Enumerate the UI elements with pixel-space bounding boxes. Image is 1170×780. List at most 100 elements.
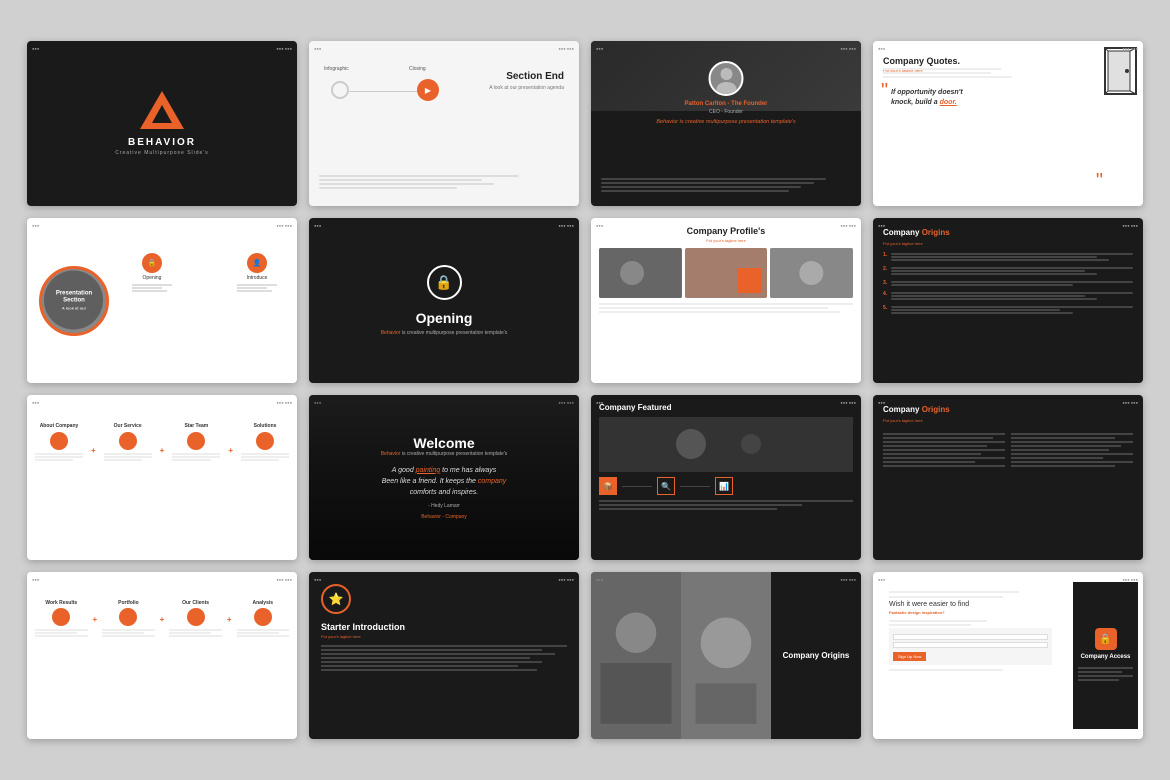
- infographic-label: Infographic: [324, 66, 349, 72]
- slide-badge-right-5: ●●● ●●●: [276, 223, 292, 228]
- about-col-4: Solutions: [241, 423, 289, 462]
- profile-title: Company Profile's: [599, 226, 853, 236]
- about-col2-lines: [104, 453, 152, 461]
- founder-role: CEO - Founder: [591, 109, 861, 115]
- slide-badge-left-12: ●●●: [878, 400, 885, 405]
- slide-16: ●●● ●●● ●●● Wish it were easier to find …: [873, 572, 1143, 739]
- access-fantastic-text: Fantastic design inspiration?: [889, 610, 1052, 615]
- quote-highlight: door.: [940, 99, 957, 106]
- slide-badge-left-16: ●●●: [878, 577, 885, 582]
- starter-icon: ⭐: [321, 584, 351, 614]
- about-col1-title: About Company: [35, 423, 83, 429]
- slide-5: ●●● ●●● ●●● Presentation Section A look …: [27, 218, 297, 383]
- work-col-1: Work Results: [35, 600, 88, 638]
- origins-label: Company Origins: [883, 228, 1133, 237]
- access-line-1: [889, 591, 1019, 593]
- connector-line: [349, 91, 419, 92]
- work-cols: Work Results + Portfolio +: [35, 600, 289, 638]
- painting-highlight: painting: [416, 467, 441, 474]
- welcome-behavior: Behavior: [381, 451, 401, 457]
- slide-badge-right-15: ●●● ●●●: [840, 577, 856, 582]
- plus-sign-2: +: [160, 431, 165, 455]
- company-highlight: company: [478, 478, 506, 485]
- access-desc-1: [889, 620, 987, 622]
- slide-15: ●●● ●●● ●●● Company Origins: [591, 572, 861, 739]
- company-text: Company: [883, 228, 919, 237]
- origins-subtitle: Put your's tagline here: [883, 241, 1133, 246]
- work-col1-icon: [52, 608, 70, 626]
- description-lines: [601, 176, 851, 194]
- slide-badge-right-13: ●●● ●●●: [276, 577, 292, 582]
- behavior-highlight: Behavior: [381, 330, 401, 336]
- work-col1-lines: [35, 629, 88, 637]
- about-cols: About Company + Our Service +: [35, 423, 289, 462]
- profile-subtitle: Put your's tagline here: [599, 238, 853, 243]
- slide-1: ●●● ●●● ●●● BEHAVIOR Creative Multipurpo…: [27, 41, 297, 206]
- slide-badge-right-7: ●●● ●●●: [840, 223, 856, 228]
- origins2-company: Company: [883, 405, 919, 414]
- origins-img-grid: Company Origins: [591, 572, 861, 739]
- featured-lines: [599, 500, 853, 510]
- slide-badge-left-1: ●●●: [32, 46, 39, 51]
- origins-img-cell-3: Company Origins: [771, 572, 861, 739]
- work-col4-lines: [237, 629, 290, 637]
- origins2-two-col: [883, 431, 1133, 469]
- slide-badge-left-5: ●●●: [32, 223, 39, 228]
- work-col-3: Our Clients: [169, 600, 222, 638]
- about-col3-title: Star Team: [172, 423, 220, 429]
- slide-badge-right-1: ●●● ●●●: [276, 46, 292, 51]
- brand-subtitle: Creative Multipurpose Slide's: [115, 150, 209, 156]
- access-box-lines: [1078, 665, 1133, 683]
- circle-section-text: Presentation Section A look at our: [45, 290, 103, 311]
- slide-14: ●●● ●●● ●●● ⭐ Starter Introduction Put y…: [309, 572, 579, 739]
- access-wish-text: Wish it were easier to find: [889, 601, 1052, 608]
- featured-image: [599, 417, 853, 472]
- origins2-col1: [883, 431, 1005, 469]
- profile-img-2: [685, 248, 768, 298]
- starter-title: Starter Introduction: [321, 622, 567, 632]
- avatar: [709, 61, 744, 96]
- slide-badge-left-6: ●●●: [314, 223, 321, 228]
- quote-author-company: Behavior - Company: [421, 514, 467, 520]
- access-bottom-line: [889, 669, 1003, 671]
- slide-badge-right-2: ●●● ●●●: [558, 46, 574, 51]
- slide-badge-left-7: ●●●: [596, 223, 603, 228]
- work-col4-icon: [254, 608, 272, 626]
- access-lock-icon: 🔒: [1095, 628, 1117, 650]
- opening-sub-text: is creative multipurpose presentation te…: [402, 330, 507, 336]
- slide-11: ●●● ●●● ●●● Company Featured 📦 🔍 📊: [591, 395, 861, 560]
- signup-button[interactable]: Sign Up Now: [893, 652, 926, 661]
- origins-list-item-1: 1.: [883, 252, 1133, 262]
- section-end-title: Section End: [506, 71, 564, 82]
- slide-badge-left-15: ●●●: [596, 577, 603, 582]
- origins-list-item-4: 4.: [883, 291, 1133, 301]
- plus-sign-1: +: [91, 431, 96, 455]
- feat-icon-1: 📦: [599, 477, 617, 495]
- slide-badge-right-3: ●●● ●●●: [840, 46, 856, 51]
- slide-badge-left-2: ●●●: [314, 46, 321, 51]
- form-field-2: [893, 642, 1048, 648]
- about-col2-icon: [119, 432, 137, 450]
- closing-label: Closing: [409, 66, 426, 72]
- slide-badge-right-8: ●●● ●●●: [1122, 223, 1138, 228]
- work-col3-lines: [169, 629, 222, 637]
- origins2-col1-lines: [883, 433, 1005, 467]
- slide-badge-right-4: ●●● ●●●: [1122, 46, 1138, 51]
- work-col1-title: Work Results: [35, 600, 88, 606]
- access-box-title: Company Access: [1081, 654, 1131, 660]
- slide-9: ●●● ●●● ●●● About Company + Our Service: [27, 395, 297, 560]
- work-plus-1: +: [93, 600, 98, 638]
- opening-subtitle: Behavior is creative multipurpose presen…: [381, 330, 508, 336]
- door-icon: [1103, 46, 1138, 96]
- origins-img-cell-1: [591, 572, 681, 739]
- profile-images: [599, 248, 853, 298]
- founder-name: Patton Carlton - The Founder: [591, 101, 861, 107]
- slide-badge-left-14: ●●●: [314, 577, 321, 582]
- profile-desc-lines: [599, 303, 853, 313]
- opening-title: Opening: [416, 310, 473, 326]
- slide-13: ●●● ●●● ●●● Work Results + Portfolio: [27, 572, 297, 739]
- slide-2: ●●● ●●● ●●● Infographic Closing ▶ Sectio…: [309, 41, 579, 206]
- logo-triangle-icon: [140, 91, 184, 129]
- origins-list-item-3: 3.: [883, 280, 1133, 287]
- quotes-desc-lines: [883, 66, 1098, 80]
